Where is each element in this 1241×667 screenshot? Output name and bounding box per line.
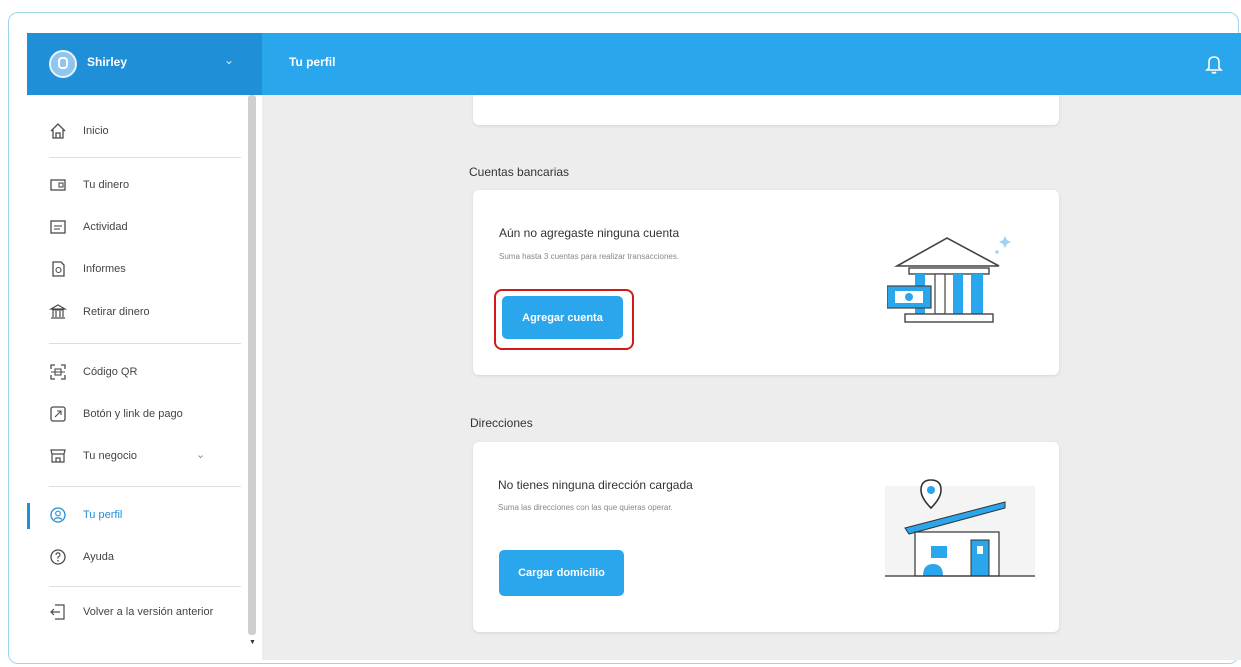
user-menu[interactable]: Shirley ⌄ <box>27 33 262 95</box>
sidebar-item-informes[interactable]: Informes <box>27 255 247 285</box>
sidebar-item-ayuda[interactable]: Ayuda <box>27 543 247 573</box>
store-icon <box>50 449 66 463</box>
divider <box>49 486 241 487</box>
add-address-button[interactable]: Cargar domicilio <box>499 550 624 596</box>
qr-icon <box>50 364 66 380</box>
avatar <box>49 50 77 78</box>
payment-link-icon <box>50 406 66 422</box>
activity-icon <box>50 220 66 234</box>
sidebar-item-label: Volver a la versión anterior <box>83 606 214 618</box>
sidebar-item-label: Retirar dinero <box>83 306 150 318</box>
sidebar-item-volver-version-anterior[interactable]: Volver a la versión anterior <box>27 598 247 628</box>
addresses-empty-title: No tienes ninguna dirección cargada <box>498 478 693 492</box>
divider <box>49 343 241 344</box>
section-title-addresses: Direcciones <box>470 416 533 430</box>
bank-accounts-empty-subtitle: Suma hasta 3 cuentas para realizar trans… <box>499 252 680 261</box>
bank-accounts-empty-title: Aún no agregaste ninguna cuenta <box>499 226 680 240</box>
addresses-empty-subtitle: Suma las direcciones con las que quieras… <box>498 503 673 512</box>
page-title: Tu perfil <box>289 55 336 69</box>
top-bar: Tu perfil <box>262 33 1241 95</box>
sidebar-item-codigo-qr[interactable]: Código QR <box>27 358 247 388</box>
sidebar-item-boton-link-pago[interactable]: Botón y link de pago <box>27 400 247 430</box>
bell-icon[interactable] <box>1203 52 1225 76</box>
active-indicator <box>27 503 30 529</box>
report-icon <box>52 261 65 277</box>
addresses-card: No tienes ninguna dirección cargada Suma… <box>473 442 1059 632</box>
wallet-icon <box>50 179 66 191</box>
back-icon <box>50 604 65 620</box>
sidebar-item-label: Inicio <box>83 125 109 137</box>
sidebar-item-label: Código QR <box>83 366 138 378</box>
previous-card <box>473 95 1059 125</box>
sidebar-item-retirar-dinero[interactable]: Retirar dinero <box>27 298 247 328</box>
section-title-bank-accounts: Cuentas bancarias <box>469 165 570 179</box>
bank-accounts-card: Aún no agregaste ninguna cuenta Suma has… <box>473 190 1059 375</box>
sidebar-item-label: Tu perfil <box>83 509 123 521</box>
sidebar-item-inicio[interactable]: Inicio <box>27 117 247 147</box>
house-illustration-icon <box>885 479 1035 577</box>
add-account-button[interactable]: Agregar cuenta <box>502 296 623 339</box>
sidebar: Shirley ⌄ Inicio Tu dinero Actividad Inf… <box>27 33 262 660</box>
sidebar-item-label: Informes <box>83 263 126 275</box>
sidebar-item-tu-perfil[interactable]: Tu perfil <box>27 501 247 531</box>
sidebar-item-label: Tu negocio <box>83 450 138 462</box>
home-icon <box>50 123 66 139</box>
sidebar-item-actividad[interactable]: Actividad <box>27 213 247 243</box>
scroll-down-arrow-icon[interactable]: ▼ <box>249 639 256 646</box>
profile-icon <box>50 507 66 523</box>
divider <box>49 586 241 587</box>
app-window: Shirley ⌄ Inicio Tu dinero Actividad Inf… <box>27 33 1241 660</box>
chevron-down-icon[interactable]: ⌄ <box>196 448 205 461</box>
help-icon <box>50 549 66 565</box>
user-name: Shirley <box>87 55 128 69</box>
chevron-down-icon[interactable]: ⌄ <box>224 53 234 67</box>
sidebar-item-tu-negocio[interactable]: Tu negocio ⌄ <box>27 442 247 472</box>
sidebar-item-label: Tu dinero <box>83 179 130 191</box>
sidebar-item-label: Botón y link de pago <box>83 408 183 420</box>
bank-illustration-icon <box>887 236 1011 323</box>
sidebar-scrollbar[interactable] <box>248 95 256 635</box>
bank-icon <box>49 304 67 319</box>
sidebar-item-label: Ayuda <box>83 551 114 563</box>
divider <box>49 157 241 158</box>
sidebar-item-label: Actividad <box>83 221 128 233</box>
sidebar-item-tu-dinero[interactable]: Tu dinero <box>27 171 247 201</box>
